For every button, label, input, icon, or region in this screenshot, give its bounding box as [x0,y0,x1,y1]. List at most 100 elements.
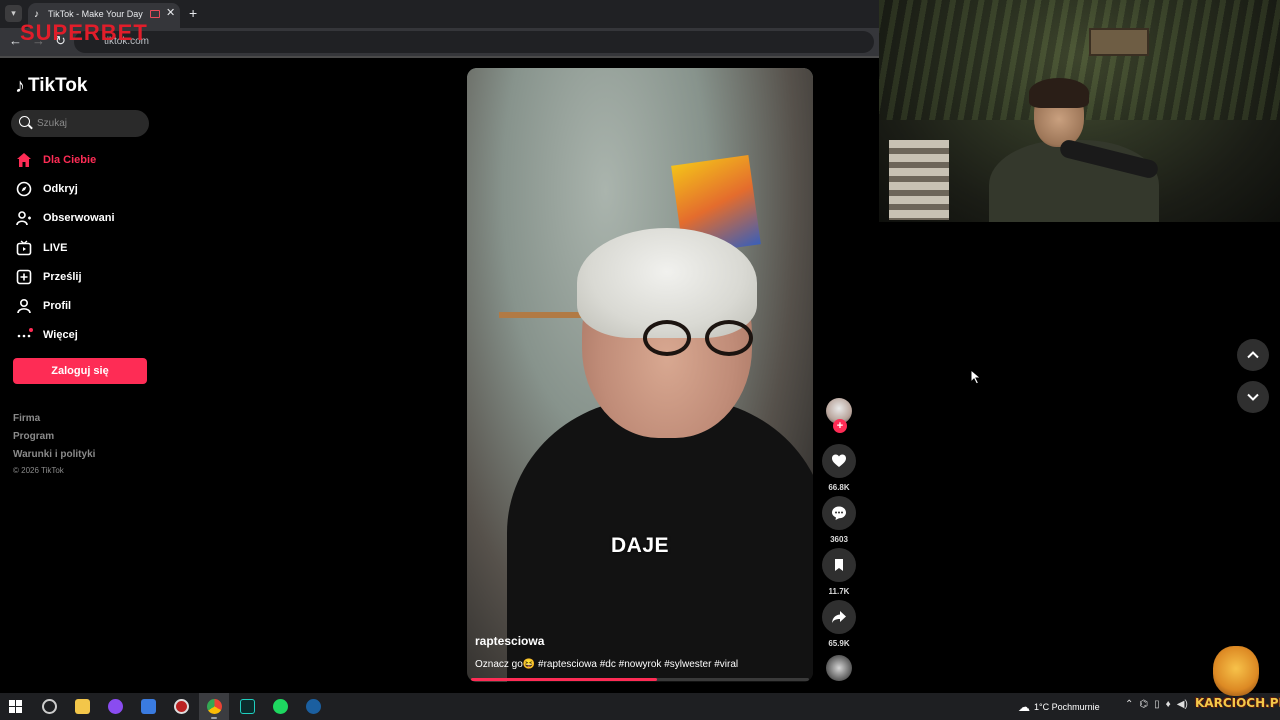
footer-link-program[interactable]: Program [13,430,95,448]
screen: ▾ ♪ TikTok - Make Your Day ✕ + ← → ↻ tik… [0,0,1280,720]
share-action[interactable]: 65.9K [822,600,856,648]
bookmark-icon[interactable] [822,548,856,582]
sidebar-item-label: Obserwowani [43,212,115,225]
bookmark-action[interactable]: 11.7K [822,548,856,596]
obs-icon [41,699,57,714]
video-progress-fill [471,678,657,681]
recorder-icon [173,699,189,714]
webcam-overlay [879,0,1280,222]
weather-widget[interactable]: ☁ 1°C Pochmurnie [1018,700,1100,714]
active-indicator [211,717,217,719]
comment-action[interactable]: 3603 [822,496,856,544]
sidebar-item-explore[interactable]: Odkryj [15,174,115,203]
previous-video-button[interactable] [1237,339,1269,371]
streamer-brand-overlay: KARCIOCH.PL [1195,640,1280,718]
toolbar-divider [0,56,879,58]
microphone-icon[interactable]: ♦ [1166,699,1171,710]
share-count: 65.9K [828,639,850,648]
start-button[interactable] [0,693,30,720]
windows-taskbar: ☁ 1°C Pochmurnie ⌃ ⌬ ▯ ♦ ◀) [0,693,1280,720]
taskbar-app-spotify[interactable] [265,693,295,720]
sidebar-item-label: Prześlij [43,270,82,283]
mouse-cursor-icon [970,369,982,385]
next-video-button[interactable] [1237,381,1269,413]
taskbar-app-calendar[interactable] [133,693,163,720]
new-tab-button[interactable]: + [189,5,197,21]
footer-link-terms[interactable]: Warunki i polityki [13,448,95,466]
video-person-glasses [643,320,771,358]
heart-icon[interactable] [822,444,856,478]
follow-button[interactable]: + [833,419,847,433]
webcam-picture-frame [1089,28,1149,56]
sidebar-item-label: LIVE [43,241,68,254]
compass-icon [15,180,33,198]
sidebar-item-upload[interactable]: Prześlij [15,262,115,291]
sidebar-item-profile[interactable]: Profil [15,291,115,320]
calendar-icon [140,699,156,714]
chevron-up-icon [1247,351,1259,359]
sidebar-item-label: Dla Ciebie [43,153,97,166]
comment-icon[interactable] [822,496,856,530]
tiktok-logo[interactable]: ♪ TikTok [15,75,87,97]
footer-link-company[interactable]: Firma [13,412,95,430]
video-caption-overlay: DAJE [610,534,670,557]
like-action[interactable]: 66.8K [822,444,856,492]
chevron-down-icon [1247,393,1259,401]
tab-title: TikTok - Make Your Day [48,9,143,19]
music-disc-icon[interactable] [826,655,852,681]
sidebar-nav: Dla Ciebie Odkryj Obserwowani LIVE Prześ… [15,145,115,350]
sidebar-item-following[interactable]: Obserwowani [15,204,115,233]
taskbar-app-steam[interactable] [298,693,328,720]
tray-expand-icon[interactable]: ⌃ [1125,699,1133,710]
profile-icon [15,297,33,315]
taskbar-app-audio[interactable] [232,693,262,720]
address-bar[interactable]: tiktok.com [74,31,874,53]
taskbar-app-chrome[interactable] [199,693,229,720]
webcam-person-hair [1029,78,1089,108]
live-icon [15,239,33,257]
video-progress-bar[interactable] [471,678,809,681]
sidebar-item-label: Odkryj [43,182,78,195]
upload-icon [15,268,33,286]
search-icon [19,116,30,127]
taskbar-app-recorder[interactable] [166,693,196,720]
steam-icon [305,699,321,714]
login-button[interactable]: Zaloguj się [13,358,147,384]
tab-media-icon[interactable] [150,10,160,18]
volume-icon[interactable]: ◀) [1177,699,1188,710]
following-icon [15,209,33,227]
sidebar-item-more[interactable]: Więcej [15,321,115,350]
search-placeholder: Szukaj [37,118,68,129]
video-author[interactable]: raptesciowa [475,634,544,648]
search-input[interactable]: Szukaj [11,110,149,137]
tiktok-logo-text: TikTok [28,75,88,96]
comment-count: 3603 [830,535,848,544]
copyright: © 2026 TikTok [13,466,64,475]
mascot-face [1213,646,1259,696]
network-icon[interactable]: ⌬ [1139,699,1148,710]
webcam-boxes [889,140,949,220]
sidebar-item-live[interactable]: LIVE [15,233,115,262]
like-count: 66.8K [828,483,850,492]
video-shelf [499,312,585,318]
folder-icon [74,699,90,714]
video-description: Oznacz go😆 #raptesciowa #dc #nowyrok #sy… [475,659,739,670]
notification-dot [29,327,33,332]
video-player[interactable]: DAJE raptesciowa Oznacz go😆 #raptesciowa… [467,68,813,682]
sidebar-footer: Firma Program Warunki i polityki © 2026 … [13,412,95,475]
glasses-lens-left [643,320,691,356]
windows-icon [8,700,22,713]
system-tray: ⌃ ⌬ ▯ ♦ ◀) [1125,699,1188,710]
share-icon[interactable] [822,600,856,634]
sidebar-item-for-you[interactable]: Dla Ciebie [15,145,115,174]
chrome-icon [206,699,222,714]
home-icon [15,151,33,169]
messenger-icon [107,699,123,714]
taskbar-app-obs[interactable] [34,693,64,720]
glasses-lens-right [705,320,753,356]
taskbar-app-messenger[interactable] [100,693,130,720]
battery-icon[interactable]: ▯ [1154,699,1160,710]
taskbar-app-explorer[interactable] [67,693,97,720]
tab-close-icon[interactable]: ✕ [166,6,175,19]
weather-text: 1°C Pochmurnie [1034,702,1100,712]
